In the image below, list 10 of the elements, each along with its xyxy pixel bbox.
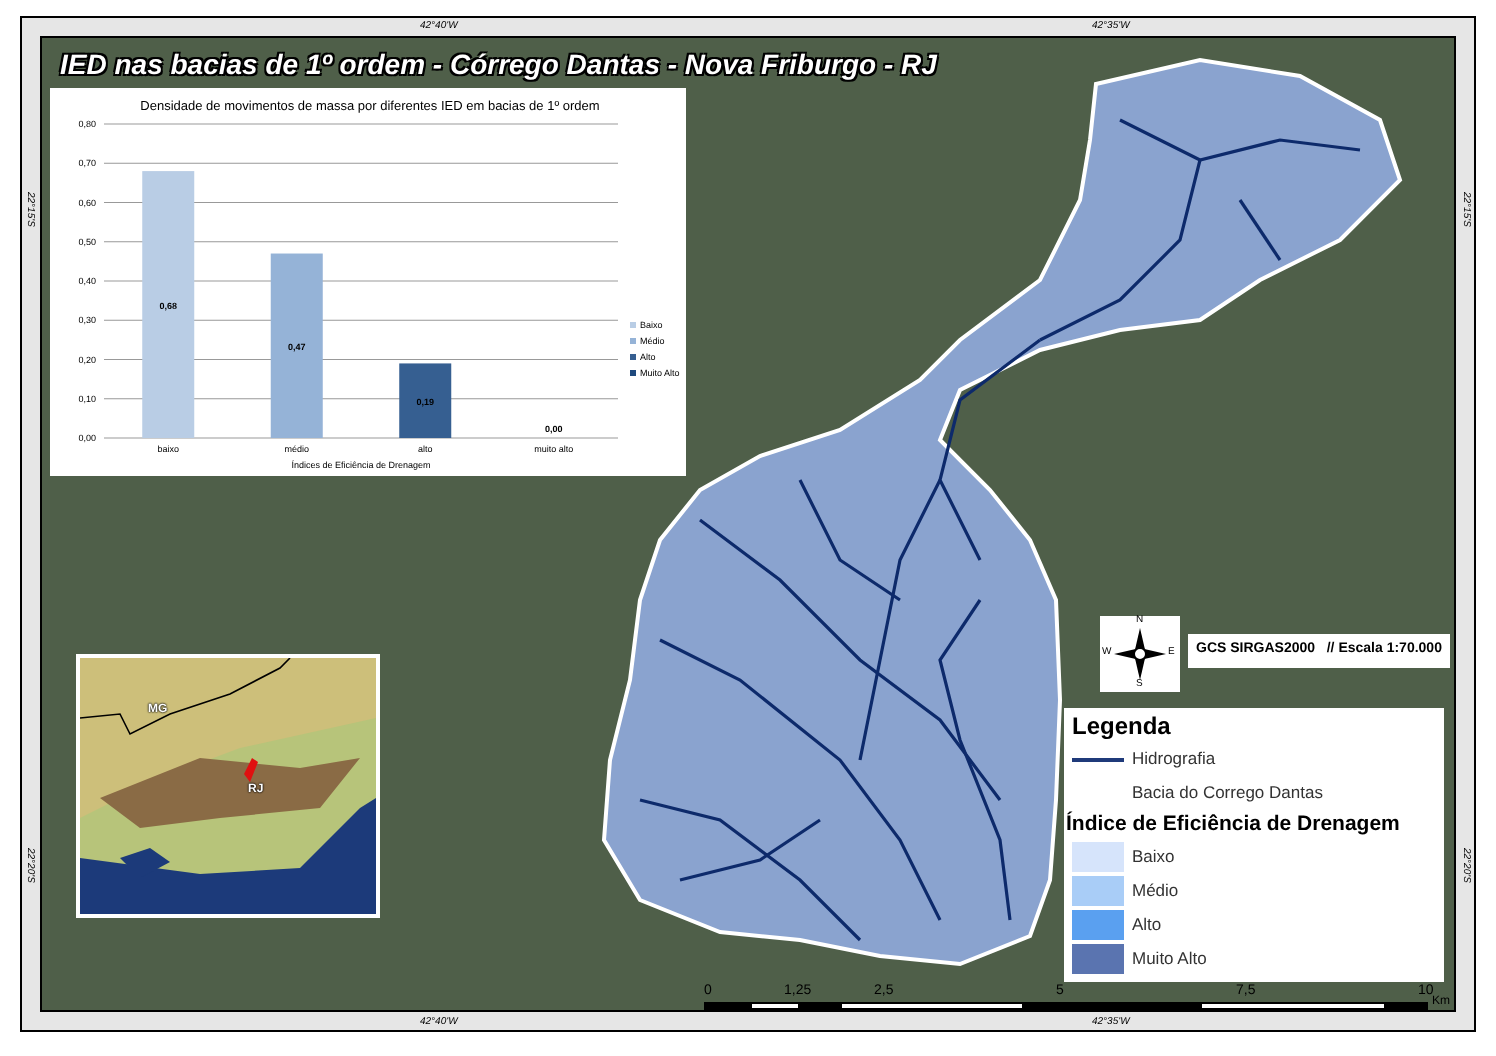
legend-item-label: Bacia do Corrego Dantas — [1132, 780, 1323, 806]
legend-subtitle: Índice de Eficiência de Drenagem — [1066, 810, 1402, 840]
legend-item-label: Muito Alto — [1132, 946, 1207, 972]
map-title: IED nas bacias de 1º ordem - Córrego Dantas - Nova Friburgo - RJ — [60, 46, 937, 84]
legend-item-label: Médio — [1132, 878, 1179, 904]
legend-title: Legenda — [1072, 710, 1173, 742]
legend-item-label: Alto — [1132, 912, 1162, 938]
legend-item-label: Baixo — [1132, 844, 1175, 870]
compass-rose-icon — [1114, 628, 1166, 680]
legend-item-label: Hidrografia — [1132, 746, 1216, 772]
